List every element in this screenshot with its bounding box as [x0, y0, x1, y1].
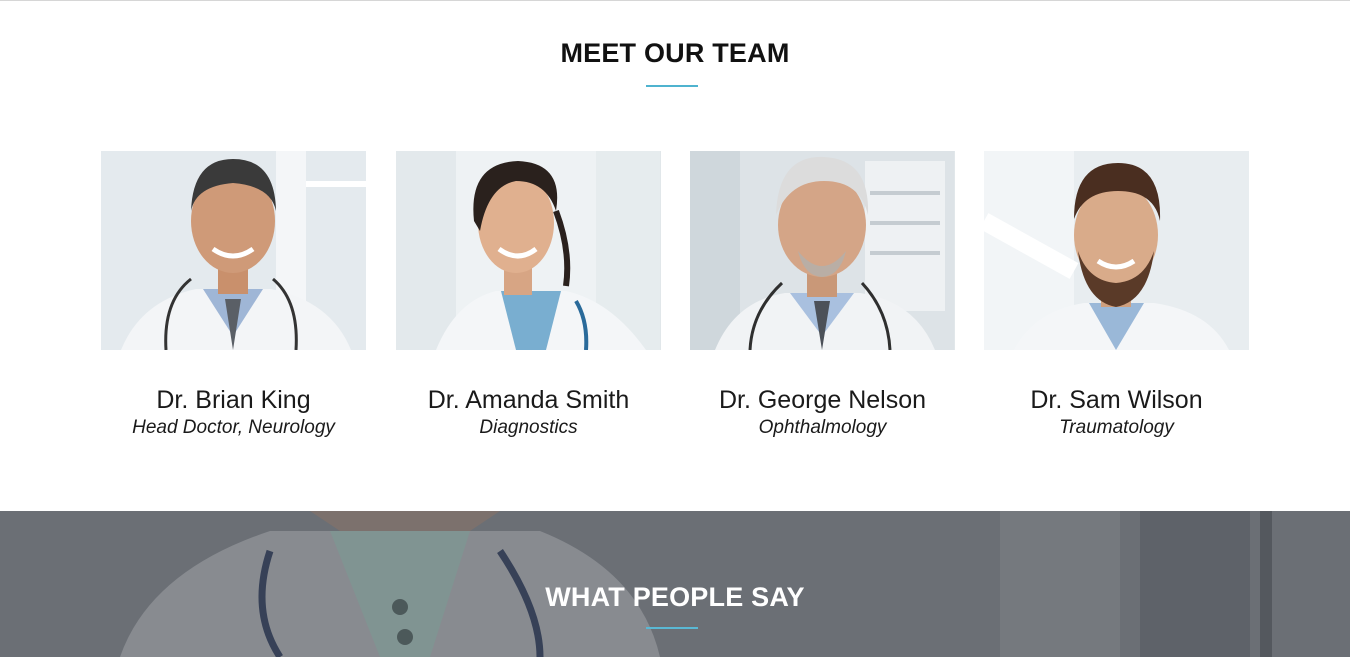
doctor-photo[interactable]	[690, 151, 955, 350]
doctor-name: Dr. Sam Wilson	[1030, 386, 1203, 414]
doctor-portrait-icon	[396, 151, 660, 350]
testimonials-title-underline	[646, 627, 698, 629]
team-title-underline	[646, 85, 698, 87]
what-people-say-section: WHAT PEOPLE SAY	[0, 511, 1350, 657]
meet-our-team-section: MEET OUR TEAM Dr. Brian King Head Doctor…	[0, 1, 1350, 511]
doctor-photo[interactable]	[101, 151, 366, 350]
testimonials-section-title: WHAT PEOPLE SAY	[545, 582, 805, 612]
doctor-portrait-icon	[984, 151, 1249, 350]
doctor-name: Dr. Brian King	[156, 386, 311, 414]
team-member-card[interactable]: Dr. Sam Wilson Traumatology	[984, 151, 1249, 438]
doctor-specialty: Traumatology	[1059, 417, 1174, 438]
team-member-card[interactable]: Dr. George Nelson Ophthalmology	[690, 151, 955, 438]
team-section-title: MEET OUR TEAM	[560, 38, 790, 68]
doctor-photo[interactable]	[984, 151, 1249, 350]
doctor-photo[interactable]	[396, 151, 661, 350]
doctor-specialty: Head Doctor, Neurology	[132, 417, 335, 438]
doctor-portrait-icon	[690, 151, 954, 350]
team-member-card[interactable]: Dr. Amanda Smith Diagnostics	[396, 151, 661, 438]
doctor-portrait-icon	[101, 151, 366, 350]
team-member-card[interactable]: Dr. Brian King Head Doctor, Neurology	[101, 151, 366, 438]
